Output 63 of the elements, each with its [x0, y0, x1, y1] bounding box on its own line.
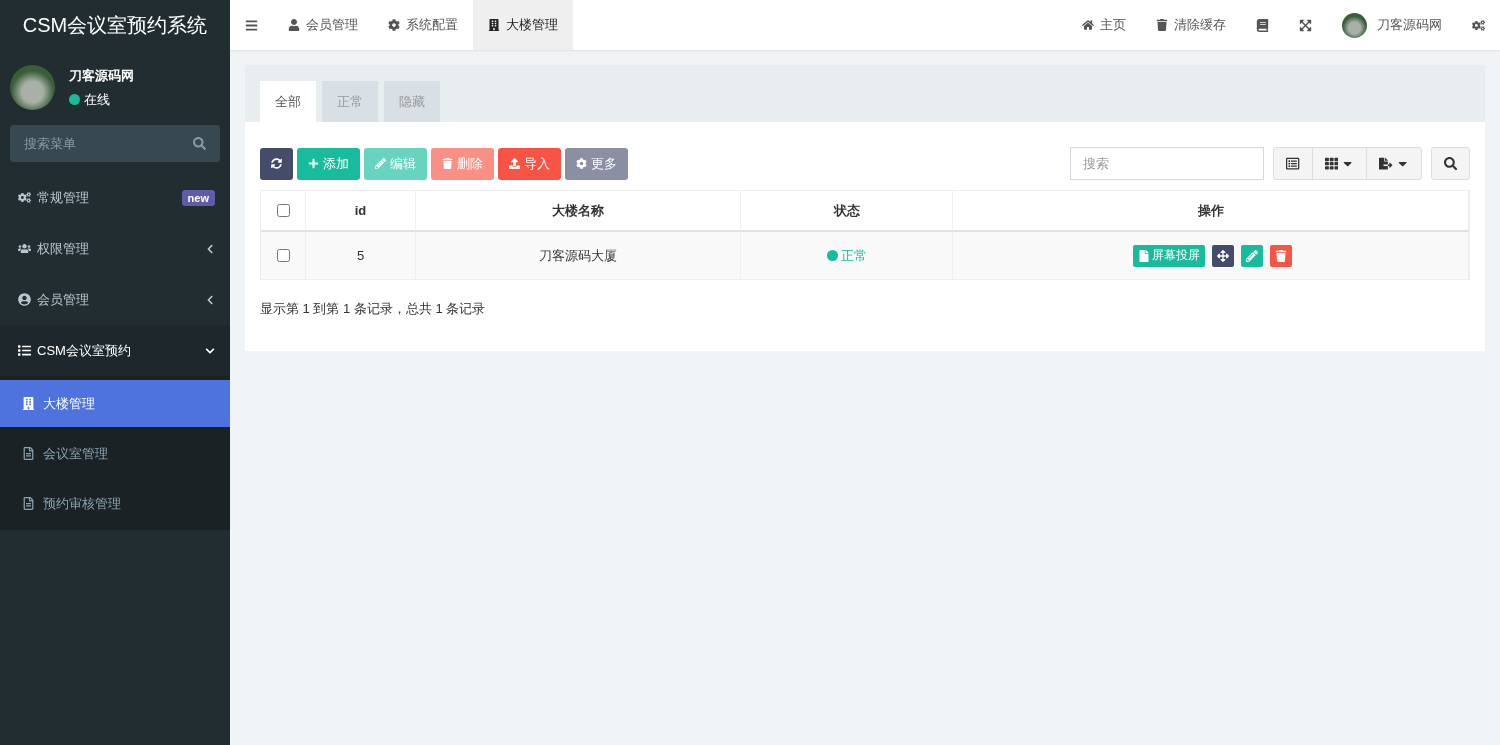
chevron-down-icon: [205, 345, 215, 356]
search-icon: [193, 137, 206, 150]
move-icon: [1217, 249, 1229, 262]
building-icon: [488, 19, 500, 31]
sidebar-subitem[interactable]: 预约审核管理: [0, 480, 230, 527]
row-checkbox[interactable]: [276, 249, 290, 262]
trash-icon: [1156, 19, 1168, 31]
expand-icon: [1299, 18, 1312, 32]
nav-tab[interactable]: 系统配置: [373, 0, 473, 50]
new-badge: new: [181, 189, 215, 206]
trash-icon: [1275, 249, 1287, 262]
pagination-info: 显示第 1 到第 1 条记录，总共 1 条记录: [260, 300, 487, 318]
search-icon: [1443, 156, 1458, 171]
user-menu[interactable]: 刀客源码网: [1327, 0, 1457, 50]
export-icon: [1379, 156, 1393, 171]
pencil-icon: [1246, 249, 1258, 262]
nav-link[interactable]: 清除缓存: [1141, 0, 1241, 50]
plus-icon: [308, 158, 319, 169]
sidebar-search-field[interactable]: 搜索菜单: [10, 125, 220, 162]
gear-icon: [576, 158, 587, 169]
table-cell: 刀客源码大厦: [416, 232, 741, 279]
user-icon: [288, 19, 300, 31]
chevron-left-icon: [205, 243, 215, 254]
refresh-button[interactable]: [260, 147, 293, 180]
table-cell: 5: [306, 232, 416, 279]
sidebar-item[interactable]: 常规管理 new: [0, 172, 230, 223]
delete-button[interactable]: [1270, 244, 1292, 267]
trash-icon: [442, 158, 453, 169]
select-all-checkbox[interactable]: [276, 204, 290, 217]
grid-icon: [1324, 156, 1338, 171]
nav-tab[interactable]: 大楼管理: [473, 0, 573, 50]
user-status: 在线: [84, 90, 110, 109]
status-text: 正常: [840, 246, 867, 265]
home-icon: [1082, 19, 1094, 31]
list-icon: [1286, 156, 1300, 171]
user-name: 刀客源码网: [69, 66, 134, 85]
filter-tab[interactable]: 全部: [260, 81, 316, 122]
settings-icon: [1472, 18, 1485, 32]
refresh-icon: [271, 158, 282, 169]
file-icon: [22, 447, 35, 460]
search-button[interactable]: [1431, 147, 1470, 180]
user-avatar: [10, 65, 55, 110]
status-dot-icon: [69, 94, 80, 105]
search-field[interactable]: 搜索: [1070, 147, 1265, 180]
user-avatar: [1342, 12, 1367, 38]
app-title: CSM会议室预约系统: [21, 12, 209, 38]
sidebar-item[interactable]: 权限管理: [0, 223, 230, 274]
file-icon: [22, 497, 35, 510]
drag-button[interactable]: [1212, 244, 1234, 267]
nav-tab[interactable]: 会员管理: [273, 0, 373, 50]
building-icon: [22, 397, 35, 410]
sidebar-item[interactable]: CSM会议室预约: [0, 325, 230, 376]
sidebar-subitem[interactable]: 大楼管理: [0, 380, 230, 427]
chevron-left-icon: [205, 294, 215, 305]
sidebar-subitem[interactable]: 会议室管理: [0, 430, 230, 477]
nav-link[interactable]: 主页: [1067, 0, 1141, 50]
book-icon: [1256, 18, 1269, 32]
upload-icon: [509, 158, 520, 169]
file-icon: [1138, 249, 1150, 262]
gear-icon: [388, 19, 400, 31]
sidebar-item[interactable]: 会员管理: [0, 274, 230, 325]
import-button[interactable]: 导入: [498, 147, 561, 180]
pencil-icon: [375, 158, 386, 169]
